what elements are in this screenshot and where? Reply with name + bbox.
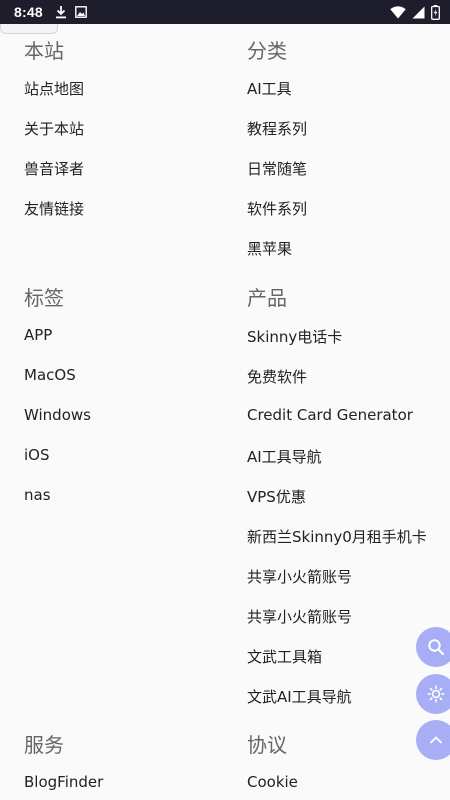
theme-toggle-button[interactable]	[416, 674, 450, 714]
chevron-up-icon	[428, 732, 444, 748]
link-category-daily-notes[interactable]: 日常随笔	[247, 158, 307, 179]
link-tag-app[interactable]: APP	[24, 326, 52, 344]
link-tag-ios[interactable]: iOS	[24, 446, 50, 464]
link-service-blogfinder[interactable]: BlogFinder	[24, 773, 103, 791]
signal-icon	[412, 6, 425, 19]
link-category-ai-tools[interactable]: AI工具	[247, 78, 292, 99]
link-tag-macos[interactable]: MacOS	[24, 366, 76, 384]
link-product-credit-card-generator[interactable]: Credit Card Generator	[247, 406, 413, 424]
link-sitemap[interactable]: 站点地图	[24, 78, 84, 99]
status-left-icons	[55, 5, 87, 19]
link-category-hackintosh[interactable]: 黑苹果	[247, 238, 292, 259]
search-icon	[427, 638, 445, 656]
back-to-top-button[interactable]	[416, 720, 450, 760]
link-product-vps-deals[interactable]: VPS优惠	[247, 486, 306, 507]
link-product-wenwu-ai-nav[interactable]: 文武AI工具导航	[247, 686, 352, 707]
link-product-wenwu-toolbox[interactable]: 文武工具箱	[247, 646, 322, 667]
status-right-icons	[390, 4, 440, 20]
link-about[interactable]: 关于本站	[24, 118, 84, 139]
battery-charging-icon	[431, 4, 440, 20]
status-bar: 8:48	[0, 0, 450, 24]
wifi-icon	[390, 5, 406, 19]
section-title-categories: 分类	[247, 39, 287, 63]
link-friend-links[interactable]: 友情链接	[24, 198, 84, 219]
section-title-products: 产品	[247, 286, 287, 310]
link-product-free-software[interactable]: 免费软件	[247, 366, 307, 387]
link-tag-nas[interactable]: nas	[24, 486, 51, 504]
download-icon	[55, 5, 67, 19]
section-title-services: 服务	[24, 733, 64, 757]
image-icon	[74, 6, 87, 18]
link-beast-translator[interactable]: 兽音译者	[24, 158, 84, 179]
link-product-ai-tool-nav[interactable]: AI工具导航	[247, 446, 322, 467]
link-tag-windows[interactable]: Windows	[24, 406, 91, 424]
link-product-skinny-sim[interactable]: Skinny电话卡	[247, 326, 342, 347]
top-tab-handle	[0, 24, 58, 34]
link-product-shared-rocket-account-2[interactable]: 共享小火箭账号	[247, 606, 352, 627]
link-agreement-cookie[interactable]: Cookie	[247, 773, 298, 791]
section-title-tags: 标签	[24, 286, 64, 310]
link-product-shared-rocket-account-1[interactable]: 共享小火箭账号	[247, 566, 352, 587]
status-time: 8:48	[14, 4, 43, 20]
link-category-software[interactable]: 软件系列	[247, 198, 307, 219]
link-category-tutorials[interactable]: 教程系列	[247, 118, 307, 139]
sun-icon	[427, 685, 445, 703]
section-title-agreements: 协议	[247, 733, 287, 757]
link-product-nz-skinny-card[interactable]: 新西兰Skinny0月租手机卡	[247, 526, 427, 547]
section-title-site: 本站	[24, 39, 64, 63]
search-button[interactable]	[416, 627, 450, 667]
